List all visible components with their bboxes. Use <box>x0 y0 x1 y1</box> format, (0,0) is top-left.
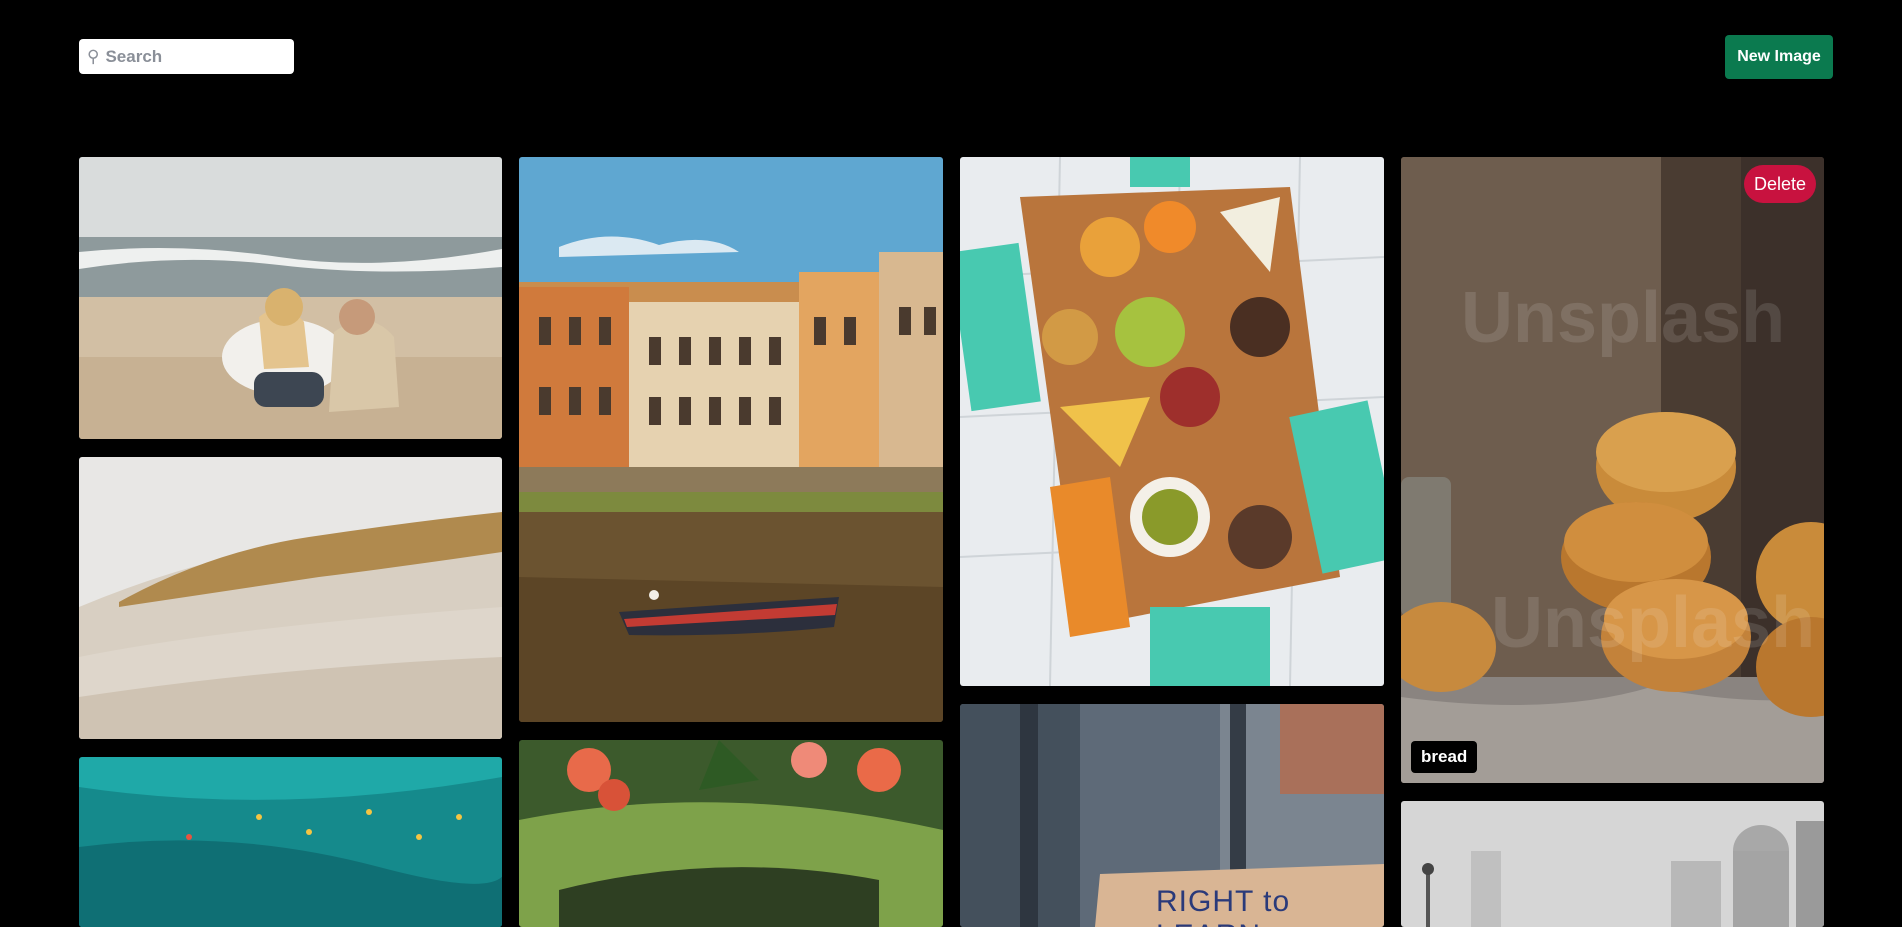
beach-couple-image <box>79 157 502 439</box>
bread-image: Unsplash Unsplash <box>1401 157 1824 783</box>
protest-sign-text: RIGHT to LEARN <box>1156 885 1291 927</box>
florence-river-image <box>519 157 943 722</box>
search-input[interactable] <box>105 46 276 67</box>
watermark-text-1: Unsplash <box>1461 278 1785 358</box>
image-card-bread[interactable]: Unsplash Unsplash Delete bread <box>1401 157 1824 783</box>
watermark-text-2: Unsplash <box>1491 583 1815 663</box>
foggy-city-image <box>1401 801 1824 927</box>
image-card-snowy-dune[interactable] <box>79 457 502 739</box>
image-card-protest-sign[interactable]: RIGHT to LEARN <box>960 704 1384 927</box>
delete-button[interactable]: Delete <box>1744 165 1816 203</box>
image-card-beach-couple[interactable] <box>79 157 502 439</box>
image-card-charcuterie[interactable] <box>960 157 1384 686</box>
charcuterie-image <box>960 157 1384 686</box>
image-card-florence-river[interactable] <box>519 157 943 722</box>
image-card-garden[interactable] <box>519 740 943 927</box>
image-label-badge: bread <box>1411 741 1478 773</box>
magnifier-icon: ⚲ <box>87 47 100 66</box>
image-card-foggy-city[interactable] <box>1401 801 1824 927</box>
new-image-button[interactable]: New Image <box>1725 35 1833 79</box>
top-bar: ⚲ New Image <box>0 0 1902 120</box>
image-card-turquoise-water[interactable] <box>79 757 502 927</box>
search-box[interactable]: ⚲ <box>79 39 294 74</box>
garden-image <box>519 740 943 927</box>
turquoise-water-image <box>79 757 502 927</box>
snowy-dune-image <box>79 457 502 739</box>
